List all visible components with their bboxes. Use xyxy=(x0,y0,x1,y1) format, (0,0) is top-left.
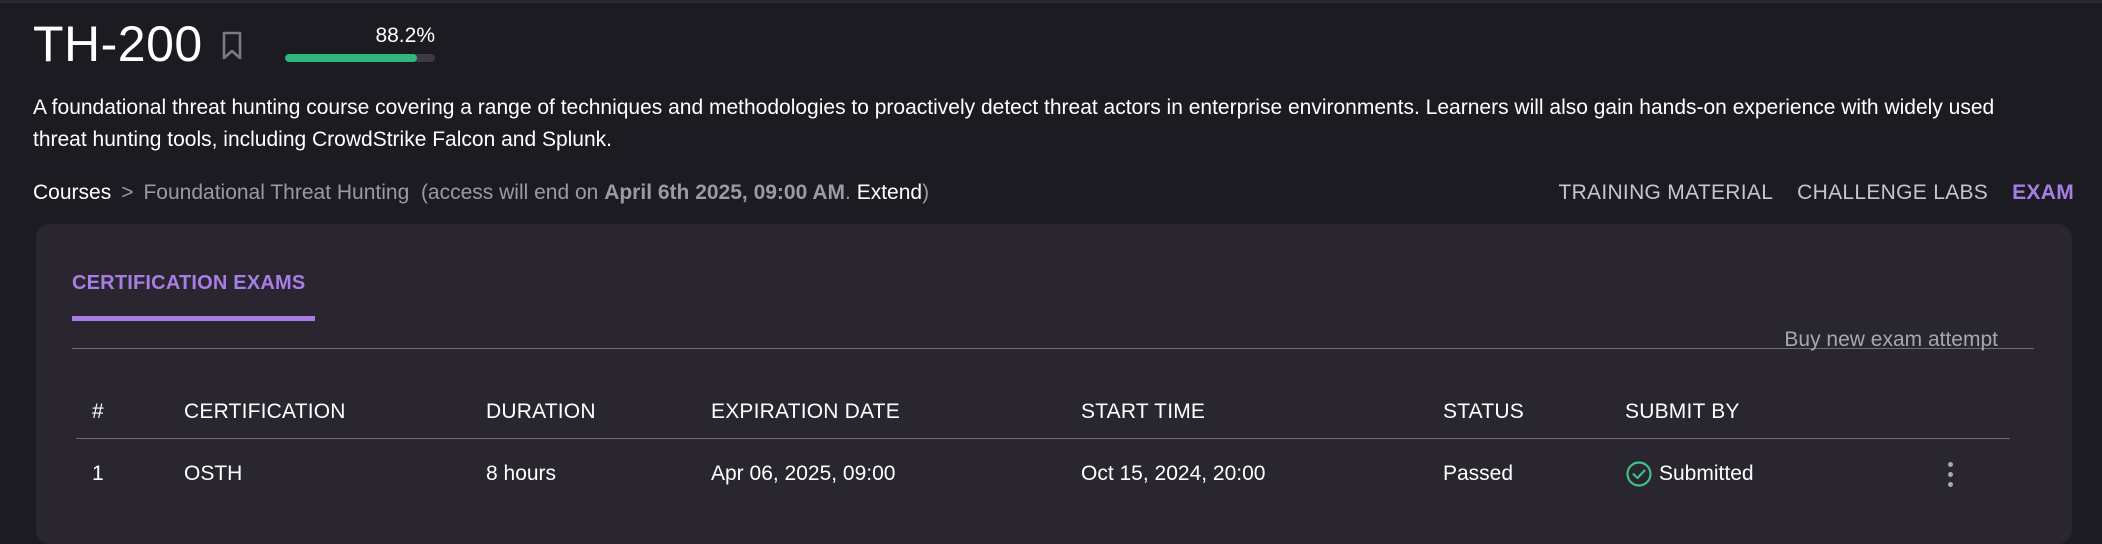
bookmark-icon[interactable] xyxy=(219,29,245,63)
row-submit-status: Submitted xyxy=(1659,462,1754,485)
access-prefix: (access will end on xyxy=(420,181,605,204)
course-progress: 88.2% xyxy=(285,24,435,64)
check-circle-icon xyxy=(1625,460,1653,488)
header-duration: DURATION xyxy=(486,400,596,423)
kebab-dot xyxy=(1947,471,1953,477)
nav-challenge-labs[interactable]: CHALLENGE LABS xyxy=(1797,181,1988,205)
tab-active-underline xyxy=(72,316,315,321)
header-status: STATUS xyxy=(1443,400,1524,423)
access-mid: . xyxy=(845,181,857,204)
more-vertical-icon[interactable] xyxy=(1938,456,1963,493)
tab-certification-exams[interactable]: CERTIFICATION EXAMS xyxy=(72,272,305,295)
row-actions xyxy=(1900,456,2000,493)
breadcrumb-current: Foundational Threat Hunting xyxy=(143,181,410,204)
access-end-date: April 6th 2025, 09:00 AM xyxy=(604,181,846,204)
top-border xyxy=(0,0,2102,3)
course-nav: TRAINING MATERIAL CHALLENGE LABS EXAM xyxy=(1534,181,2074,205)
header-start-time: START TIME xyxy=(1081,400,1206,423)
row-expiration: Apr 06, 2025, 09:00 xyxy=(711,462,896,485)
exam-table: # CERTIFICATION DURATION EXPIRATION DATE… xyxy=(76,374,2010,509)
row-duration: 8 hours xyxy=(486,462,557,485)
course-title: TH-200 xyxy=(33,16,203,72)
header-actions xyxy=(1900,374,2000,400)
course-description: A foundational threat hunting course cov… xyxy=(33,96,1995,151)
kebab-dot xyxy=(1947,481,1953,487)
progress-fill xyxy=(285,54,418,62)
access-suffix: ) xyxy=(922,181,930,204)
nav-training-material[interactable]: TRAINING MATERIAL xyxy=(1558,181,1773,205)
panel-tabs: CERTIFICATION EXAMS Buy new exam attempt xyxy=(72,272,2034,352)
buy-exam-attempt-button[interactable]: Buy new exam attempt xyxy=(1784,328,1998,352)
header-submit-by: SUBMIT BY xyxy=(1625,400,1740,423)
row-number: 1 xyxy=(92,462,104,485)
table-row: 1 OSTH 8 hours Apr 06, 2025, 09:00 Oct 1… xyxy=(76,439,2010,509)
breadcrumb: Courses > Foundational Threat Hunting (a… xyxy=(33,181,929,205)
progress-track xyxy=(285,54,435,62)
header-expiration-date: EXPIRATION DATE xyxy=(711,400,900,423)
progress-label: 88.2% xyxy=(375,24,435,47)
extend-link[interactable]: Extend xyxy=(857,181,922,205)
header-number: # xyxy=(92,400,104,423)
breadcrumb-separator: > xyxy=(121,181,134,204)
header-certification: CERTIFICATION xyxy=(184,400,346,423)
nav-exam[interactable]: EXAM xyxy=(2012,181,2074,205)
breadcrumb-courses-link[interactable]: Courses xyxy=(33,181,111,205)
course-header: TH-200 xyxy=(33,14,245,74)
table-header: # CERTIFICATION DURATION EXPIRATION DATE… xyxy=(76,374,2010,439)
exam-panel: CERTIFICATION EXAMS Buy new exam attempt… xyxy=(36,224,2072,544)
row-certification: OSTH xyxy=(184,462,243,485)
row-status: Passed xyxy=(1443,462,1514,485)
access-spacer xyxy=(409,181,421,205)
row-submit-by: Submitted xyxy=(1625,460,1900,488)
row-start-time: Oct 15, 2024, 20:00 xyxy=(1081,462,1266,485)
kebab-dot xyxy=(1947,461,1953,467)
